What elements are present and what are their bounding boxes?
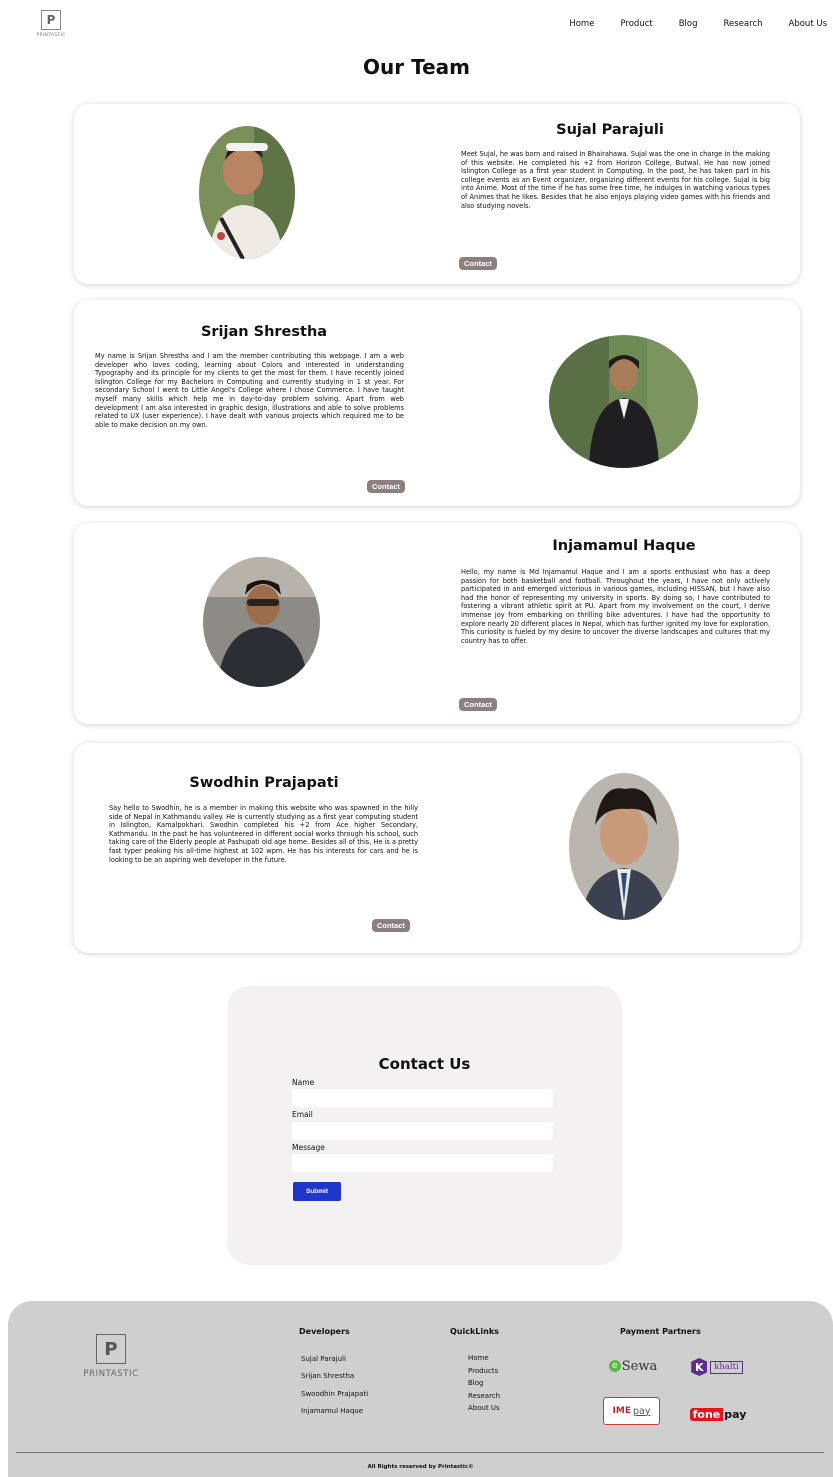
developers-heading: Developers [299, 1327, 350, 1336]
logo-text: PRINTASTIC [36, 33, 66, 38]
copyright-text: All Rights reserved by Printastic© [367, 1464, 474, 1470]
avatar-srijan [549, 335, 698, 468]
page-title: Our Team [363, 55, 470, 79]
contact-button[interactable]: Contact [459, 257, 497, 270]
quicklinks-heading: QuickLinks [450, 1327, 499, 1336]
member-bio: My name is Srijan Shrestha and I am the … [95, 352, 404, 429]
developer-item: Srijan Shrestha [301, 1372, 355, 1381]
team-card-srijan: Srijan Shrestha My name is Srijan Shrest… [74, 300, 800, 506]
quicklink-blog[interactable]: Blog [468, 1379, 500, 1387]
khalti-logo: Kkhalti [689, 1357, 745, 1377]
contact-form-panel: Contact Us Name Email Message Submit [227, 986, 622, 1265]
imepay-ime-text: IME [612, 1406, 631, 1416]
member-name: Swodhin Prajapati [189, 775, 339, 791]
team-card-swodhin: Swodhin Prajapati Say hello to Swodhin, … [74, 743, 800, 953]
contact-button[interactable]: Contact [459, 698, 497, 711]
nav-blog[interactable]: Blog [679, 19, 698, 29]
avatar-injamamul [203, 557, 320, 687]
fonepay-fone-text: fone [689, 1408, 724, 1421]
nav-product[interactable]: Product [620, 19, 652, 29]
partners-heading: Payment Partners [620, 1327, 701, 1336]
quicklink-products[interactable]: Products [468, 1367, 500, 1375]
quicklink-home[interactable]: Home [468, 1354, 500, 1362]
contact-title: Contact Us [378, 1055, 471, 1073]
email-label: Email [292, 1110, 313, 1119]
quicklink-research[interactable]: Research [468, 1392, 500, 1400]
main-nav: Home Product Blog Research About Us [569, 19, 827, 29]
member-name: Srijan Shrestha [200, 324, 328, 340]
developer-item: Injamamul Haque [301, 1406, 364, 1415]
avatar-sujal [199, 126, 295, 259]
developer-item: Swoodhin Prajapati [301, 1389, 369, 1398]
name-label: Name [292, 1078, 315, 1087]
member-bio: Hello, my name is Md Injamamul Haque and… [461, 568, 770, 645]
footer: P PRINTASTIC Developers Sujal Parajuli S… [8, 1301, 833, 1477]
member-name: Injamamul Haque [552, 538, 696, 554]
footer-logo[interactable]: P PRINTASTIC [80, 1334, 142, 1379]
email-field[interactable] [292, 1122, 553, 1140]
fonepay-logo: fone pay [689, 1406, 747, 1423]
imepay-pay-text: pay [632, 1405, 651, 1417]
nav-research[interactable]: Research [724, 19, 763, 29]
quicklink-about-us[interactable]: About Us [468, 1404, 500, 1412]
nav-home[interactable]: Home [569, 19, 594, 29]
member-bio: Say hello to Swodhin, he is a member in … [109, 804, 418, 864]
khalti-text: khalti [710, 1360, 743, 1374]
team-card-sujal: Sujal Parajuli Meet Sujal, he was born a… [74, 104, 800, 284]
contact-button[interactable]: Contact [372, 919, 410, 932]
name-field[interactable] [292, 1089, 553, 1107]
fonepay-pay-text: pay [724, 1408, 747, 1421]
esewa-text: Sewa [621, 1358, 658, 1374]
site-logo[interactable]: P PRINTASTIC [33, 10, 69, 38]
logo-mark: P [41, 10, 61, 30]
imepay-logo: IME pay [603, 1397, 660, 1425]
message-label: Message [292, 1143, 325, 1152]
page: P PRINTASTIC Home Product Blog Research … [0, 0, 833, 1477]
khalti-icon: K [691, 1358, 708, 1376]
contact-button[interactable]: Contact [367, 480, 405, 493]
developers-list: Sujal Parajuli Srijan Shrestha Swoodhin … [301, 1355, 368, 1424]
submit-button[interactable]: Submit [293, 1182, 341, 1201]
footer-logo-text: PRINTASTIC [83, 1369, 139, 1379]
nav-about-us[interactable]: About Us [789, 19, 827, 29]
message-field[interactable] [292, 1154, 553, 1172]
avatar-swodhin [569, 773, 679, 920]
esewa-icon: e [608, 1360, 621, 1372]
footer-divider [16, 1452, 824, 1453]
team-card-injamamul: Injamamul Haque Hello, my name is Md Inj… [74, 523, 800, 724]
esewa-logo: e Sewa [607, 1357, 659, 1375]
member-bio: Meet Sujal, he was born and raised in Bh… [461, 150, 770, 210]
developer-item: Sujal Parajuli [301, 1355, 346, 1363]
member-name: Sujal Parajuli [556, 122, 664, 138]
quicklinks-list: Home Products Blog Research About Us [468, 1354, 500, 1417]
footer-logo-mark: P [96, 1334, 126, 1364]
